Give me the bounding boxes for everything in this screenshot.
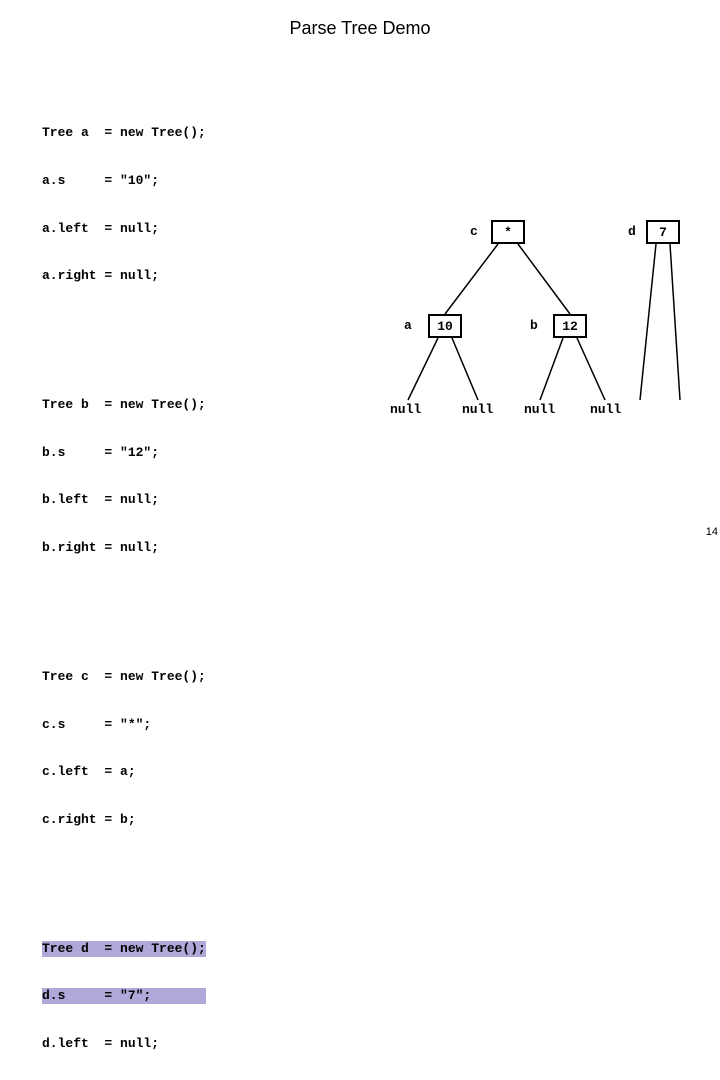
code-block-c: Tree c = new Tree(); c.s = "*"; c.left =… (42, 637, 206, 859)
node-label-a: a (404, 318, 412, 333)
null-leaf: null (590, 402, 621, 417)
code-line: b.left = null; (42, 492, 206, 508)
code-line: Tree a = new Tree(); (42, 125, 206, 141)
code-line: c.right = b; (42, 812, 206, 828)
node-label-c: c (470, 224, 478, 239)
code-line: a.right = null; (42, 268, 206, 284)
null-leaf: null (524, 402, 555, 417)
node-c: * (491, 220, 525, 244)
code-line: a.s = "10"; (42, 173, 206, 189)
code-area: Tree a = new Tree(); a.s = "10"; a.left … (42, 62, 206, 1080)
null-leaf: null (462, 402, 493, 417)
node-d: 7 (646, 220, 680, 244)
code-line: c.left = a; (42, 764, 206, 780)
null-leaf: null (390, 402, 421, 417)
code-line: b.s = "12"; (42, 445, 206, 461)
code-line-highlighted: Tree d = new Tree(); (42, 941, 206, 957)
code-line: Tree b = new Tree(); (42, 397, 206, 413)
code-line: a.left = null; (42, 221, 206, 237)
code-block-b: Tree b = new Tree(); b.s = "12"; b.left … (42, 365, 206, 587)
node-label-b: b (530, 318, 538, 333)
node-b: 12 (553, 314, 587, 338)
parse-tree-diagram: c * d 7 a 10 b 12 null null null null (360, 200, 700, 460)
code-block-a: Tree a = new Tree(); a.s = "10"; a.left … (42, 94, 206, 316)
code-line: d.left = null; (42, 1036, 206, 1052)
page-number: 14 (706, 526, 718, 538)
node-a: 10 (428, 314, 462, 338)
code-line: c.s = "*"; (42, 717, 206, 733)
code-block-d: Tree d = new Tree(); d.s = "7"; d.left =… (42, 909, 206, 1080)
code-line: b.right = null; (42, 540, 206, 556)
node-label-d: d (628, 224, 636, 239)
code-line-highlighted: d.s = "7"; (42, 988, 206, 1004)
page-title: Parse Tree Demo (0, 0, 720, 49)
code-line: Tree c = new Tree(); (42, 669, 206, 685)
